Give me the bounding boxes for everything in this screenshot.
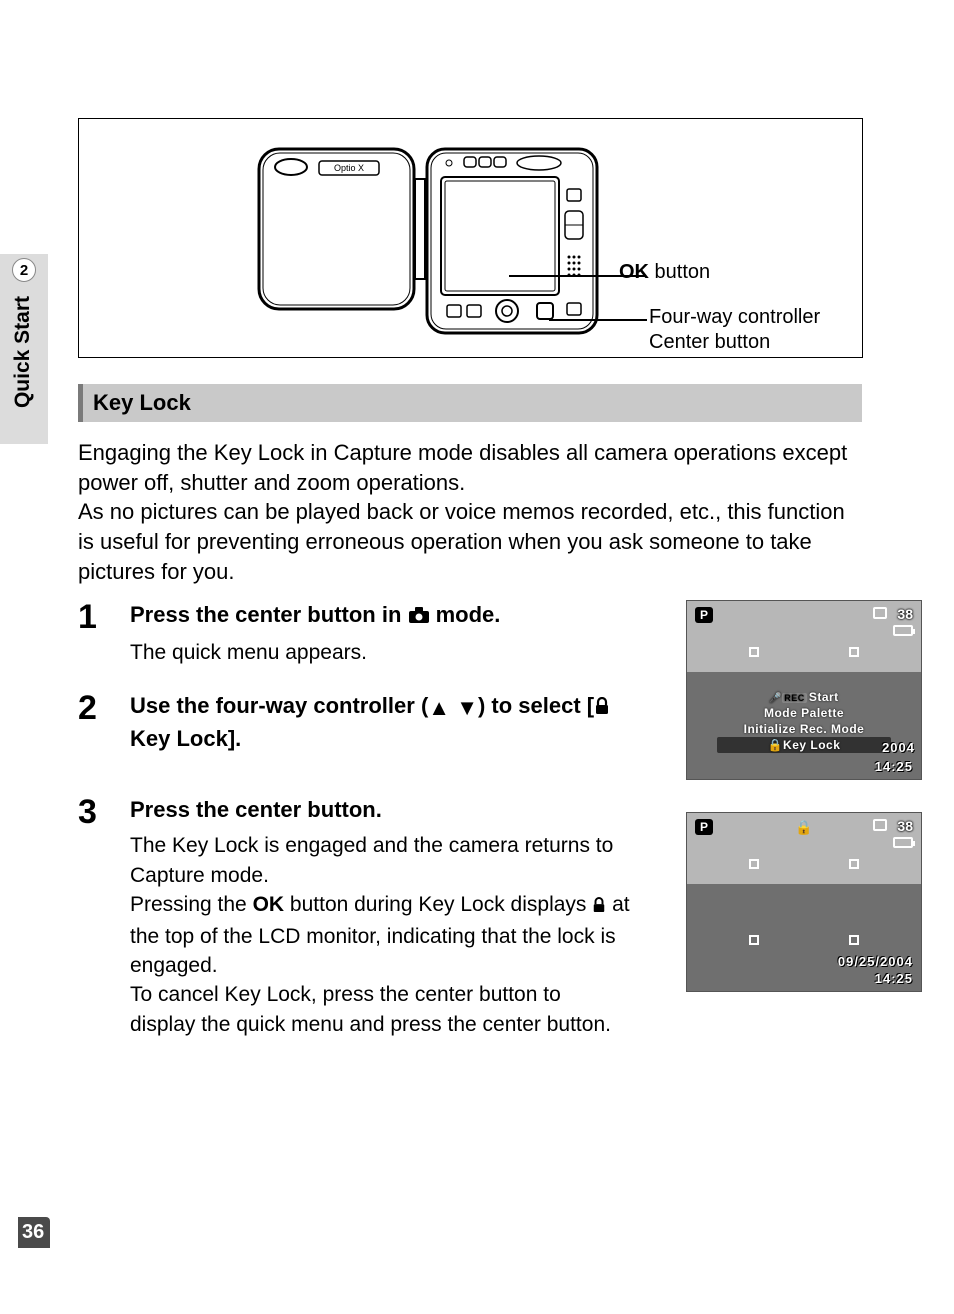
step-number: 3 — [78, 795, 130, 1040]
menu-item-start: 🎤RECStart — [717, 689, 891, 705]
menu-item-init-rec-mode: Initialize Rec. Mode — [717, 721, 891, 737]
camera-illustration: Optio X — [249, 139, 609, 339]
step-3-desc: The Key Lock is engaged and the camera r… — [130, 831, 630, 1039]
step-1-title: Press the center button in mode. — [130, 600, 630, 631]
menu-item-key-lock: 🔒Key Lock — [717, 737, 891, 753]
step-number: 1 — [78, 600, 130, 667]
section-heading-key-lock: Key Lock — [78, 384, 862, 422]
menu-item-mode-palette: Mode Palette — [717, 705, 891, 721]
shots-remaining: 38 — [897, 606, 913, 622]
quick-menu: 🎤RECStart Mode Palette Initialize Rec. M… — [717, 689, 891, 753]
battery-icon — [893, 625, 913, 636]
up-arrow-icon: ▲ — [428, 693, 450, 724]
lcd-year: 2004 — [882, 740, 915, 755]
intro-paragraph: Engaging the Key Lock in Capture mode di… — [78, 438, 860, 586]
lock-indicator-icon: 🔒 — [795, 819, 812, 836]
down-arrow-icon: ▼ — [456, 693, 478, 724]
camera-model-label: Optio X — [334, 163, 364, 173]
step-number: 2 — [78, 691, 130, 755]
camera-icon — [408, 606, 430, 631]
step-3-title: Press the center button. — [130, 795, 630, 826]
chapter-title: Quick Start — [11, 296, 35, 408]
step-2-title: Use the four-way controller (▲ ▼) to sel… — [130, 691, 630, 755]
battery-icon — [893, 837, 913, 848]
mode-badge: P — [695, 819, 713, 835]
sidebar-tab: 2 Quick Start — [0, 254, 48, 444]
callout-ok-button: OK button — [619, 261, 710, 284]
page-number: 36 — [18, 1217, 50, 1248]
lcd-time: 14:25 — [875, 971, 913, 986]
lock-icon — [594, 693, 610, 724]
callout-fourway-center: Four-way controller Center button — [649, 305, 820, 355]
lcd-time: 14:25 — [875, 759, 913, 774]
lcd-quickmenu-screenshot: P 38 🎤RECStart Mode Palette Initialize R… — [686, 600, 922, 780]
lock-icon — [592, 892, 606, 921]
step-1-desc: The quick menu appears. — [130, 638, 630, 667]
memory-card-icon — [873, 819, 887, 831]
memory-card-icon — [873, 607, 887, 619]
shots-remaining: 38 — [897, 818, 913, 834]
chapter-number-badge: 2 — [12, 258, 36, 282]
mode-badge: P — [695, 607, 713, 623]
camera-diagram: Optio X — [78, 118, 863, 358]
lcd-date: 09/25/2004 — [838, 954, 913, 969]
lcd-keylock-engaged-screenshot: P 🔒 38 09/25/2004 14:25 — [686, 812, 922, 992]
